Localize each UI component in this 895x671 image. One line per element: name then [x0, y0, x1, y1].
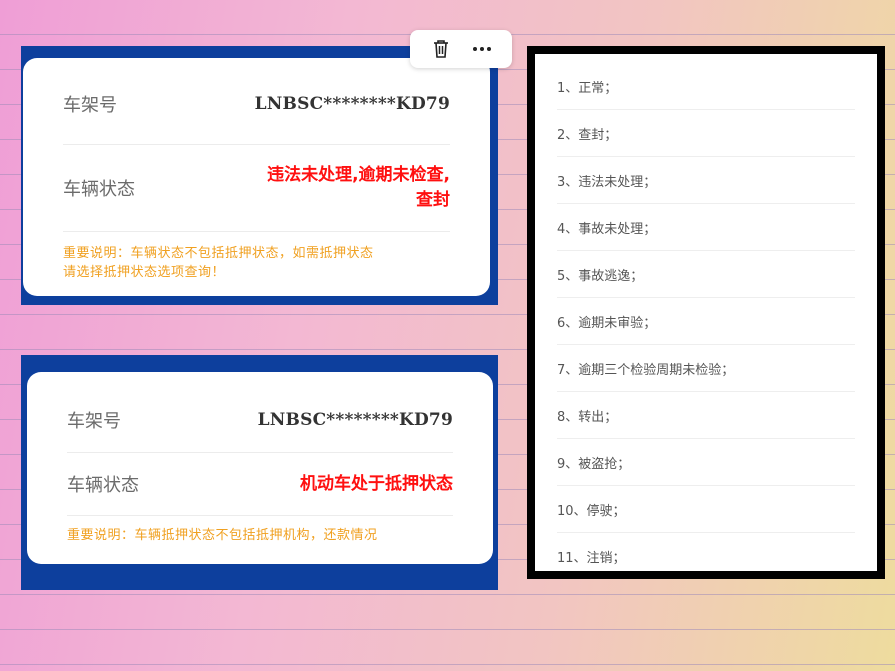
status-label: 车辆状态 — [63, 179, 135, 200]
more-icon — [472, 47, 491, 51]
mortgage-status-panel: 车架号 LNBSC********KD79 车辆状态 机动车处于抵押状态 重要说… — [21, 355, 498, 590]
important-note-line2: 请选择抵押状态选项查询！ — [63, 265, 226, 280]
status-list-box: 1、正常； 2、查封； 3、违法未处理； 4、事故未处理； 5、事故逃逸； 6、… — [527, 46, 885, 579]
vehicle-status-panel-top: 车架号 LNBSC********KD79 车辆状态 违法未处理,逾期未检查, … — [21, 46, 498, 305]
trash-icon — [433, 40, 448, 58]
status-row: 车辆状态 机动车处于抵押状态 — [67, 453, 453, 516]
important-note-line1: 重要说明：车辆状态不包括抵押状态，如需抵押状态 — [63, 246, 374, 261]
vin-label: 车架号 — [63, 95, 117, 116]
list-item: 7、逾期三个检验周期未检验； — [557, 346, 855, 392]
delete-button[interactable] — [427, 35, 455, 63]
vin-value: LNBSC********KD79 — [254, 94, 450, 114]
list-item: 10、停驶； — [557, 487, 855, 533]
vehicle-status-card: 车架号 LNBSC********KD79 车辆状态 违法未处理,逾期未检查, … — [23, 58, 490, 296]
important-note: 重要说明：车辆状态不包括抵押状态，如需抵押状态 请选择抵押状态选项查询！ — [63, 232, 450, 282]
vin-label: 车架号 — [67, 411, 121, 432]
list-item: 5、事故逃逸； — [557, 252, 855, 298]
list-item: 8、转出； — [557, 393, 855, 439]
vin-value: LNBSC********KD79 — [257, 410, 453, 430]
vin-row: 车架号 LNBSC********KD79 — [63, 64, 450, 145]
mortgage-status-card: 车架号 LNBSC********KD79 车辆状态 机动车处于抵押状态 重要说… — [27, 372, 493, 564]
status-value: 违法未处理,逾期未检查, 查封 — [267, 163, 450, 213]
list-item: 1、正常； — [557, 64, 855, 110]
status-label: 车辆状态 — [67, 475, 139, 496]
list-item: 3、违法未处理； — [557, 158, 855, 204]
status-value-line1: 违法未处理,逾期未检查, — [267, 165, 450, 185]
list-item: 11、注销； — [557, 534, 855, 571]
list-item: 4、事故未处理； — [557, 205, 855, 251]
status-value: 机动车处于抵押状态 — [300, 473, 453, 494]
floating-toolbar — [410, 30, 512, 68]
list-item: 6、逾期未审验； — [557, 299, 855, 345]
status-value-line2: 查封 — [416, 190, 450, 210]
status-row: 车辆状态 违法未处理,逾期未检查, 查封 — [63, 145, 450, 232]
important-note: 重要说明：车辆抵押状态不包括抵押机构，还款情况 — [67, 528, 378, 543]
list-item: 2、查封； — [557, 111, 855, 157]
status-list: 1、正常； 2、查封； 3、违法未处理； 4、事故未处理； 5、事故逃逸； 6、… — [535, 54, 877, 571]
list-item: 9、被盗抢； — [557, 440, 855, 486]
more-button[interactable] — [468, 35, 496, 63]
vin-row: 车架号 LNBSC********KD79 — [67, 388, 453, 453]
